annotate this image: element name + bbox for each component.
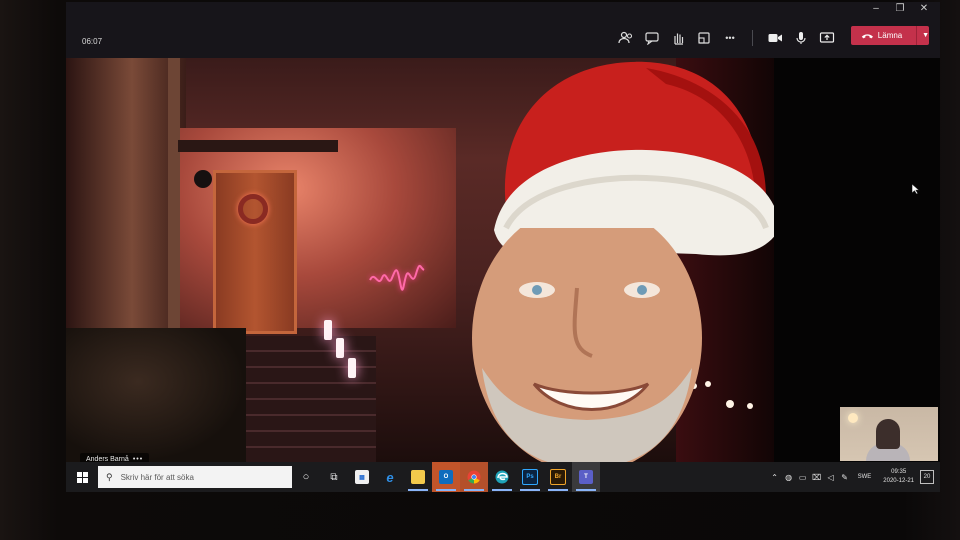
candle-light: [336, 338, 344, 358]
pen-icon[interactable]: ✎: [838, 473, 852, 482]
minimize-button[interactable]: –: [866, 2, 886, 16]
raise-hand-icon: [674, 33, 684, 45]
bridge-button[interactable]: Br: [544, 462, 572, 492]
candle-light: [324, 320, 332, 340]
chat-button[interactable]: [644, 31, 660, 45]
screen: – ❐ ✕ 06:07 ••• Lämna ▼ Anders Barnå •••…: [66, 2, 940, 492]
cortana-button[interactable]: ○: [292, 462, 320, 492]
wall-lamp: [194, 170, 212, 188]
more-actions-button[interactable]: •••: [722, 31, 738, 45]
raise-hand-button[interactable]: [670, 31, 686, 45]
task-view-icon: ⧉: [330, 471, 338, 483]
volume-icon[interactable]: ◁: [824, 473, 838, 482]
meeting-toolbar: – ❐ ✕ 06:07 ••• Lämna ▼: [66, 2, 940, 58]
window-controls: – ❐ ✕: [866, 2, 934, 18]
store-button[interactable]: ▦: [348, 462, 376, 492]
battery-icon[interactable]: ▭: [796, 473, 810, 482]
breakout-rooms-button[interactable]: [696, 31, 712, 45]
porch-pillar: [168, 58, 180, 368]
call-controls: •••: [618, 30, 835, 46]
teams-icon: T: [579, 470, 593, 484]
call-duration: 06:07: [82, 37, 103, 46]
breakout-rooms-icon: [698, 32, 710, 44]
participants-button[interactable]: [618, 31, 634, 45]
chevron-down-icon[interactable]: ▼: [922, 32, 929, 39]
chat-icon: [645, 32, 659, 45]
toolbar-divider: [752, 30, 753, 46]
restore-button[interactable]: ❐: [890, 2, 910, 16]
shrub: [66, 328, 246, 462]
outlook-button[interactable]: O: [432, 462, 460, 492]
taskbar-search-box[interactable]: ⚲ Skriv här för att söka: [98, 466, 292, 488]
edge-icon: [495, 470, 509, 484]
bridge-icon: Br: [550, 469, 566, 485]
edge-button[interactable]: [488, 462, 516, 492]
store-icon: ▦: [355, 470, 369, 484]
participants-icon: [618, 31, 633, 44]
notification-count: 20: [923, 474, 931, 480]
internet-explorer-button[interactable]: e: [376, 462, 404, 492]
self-person-head: [876, 419, 900, 449]
file-explorer-icon: [411, 470, 425, 484]
candle-light: [348, 358, 356, 378]
cortana-icon: ○: [302, 471, 310, 483]
video-stage: Anders Barnå •••: [66, 58, 940, 467]
clock-time: 09:35: [891, 469, 907, 475]
chrome-icon: [467, 470, 481, 484]
notifications-button[interactable]: 20: [920, 470, 934, 484]
hang-up-icon: [861, 33, 873, 38]
outlook-icon: O: [439, 470, 453, 484]
start-button[interactable]: [66, 462, 98, 492]
close-button[interactable]: ✕: [914, 2, 934, 16]
teams-button[interactable]: T: [572, 462, 600, 492]
camera-icon: [768, 34, 782, 42]
neon-sign: [369, 265, 425, 291]
internet-explorer-icon: e: [386, 469, 394, 485]
participant-face: [472, 228, 702, 462]
share-screen-button[interactable]: [819, 31, 835, 45]
more-actions-icon: •••: [725, 33, 735, 43]
microphone-icon: [796, 32, 806, 44]
christmas-wreath: [238, 194, 268, 224]
search-placeholder: Skriv här för att söka: [120, 472, 194, 482]
porch-canopy: [178, 140, 338, 152]
chrome-button[interactable]: [460, 462, 488, 492]
photoshop-icon: Ps: [522, 469, 538, 485]
monitor-bezel: – ❐ ✕ 06:07 ••• Lämna ▼ Anders Barnå •••…: [0, 0, 960, 540]
file-explorer-button[interactable]: [404, 462, 432, 492]
microphone-button[interactable]: [793, 31, 809, 45]
system-tray: ⌃ ◍ ▭ ⌧ ◁ ✎ SWE 09:35 2020-12-21 20: [768, 462, 940, 492]
self-view-video[interactable]: [840, 407, 938, 461]
mouse-cursor-icon: [912, 184, 920, 194]
windows-taskbar: ⚲ Skriv här för att söka ○ ⧉ ▦ e O Ps Br…: [66, 462, 940, 492]
windows-logo-icon: [76, 471, 88, 483]
task-view-button[interactable]: ⧉: [320, 462, 348, 492]
participant-video: [66, 58, 774, 462]
tray-overflow-icon[interactable]: ⌃: [768, 473, 782, 482]
taskbar-clock[interactable]: 09:35 2020-12-21: [883, 468, 914, 486]
leave-label: Lämna: [877, 31, 903, 40]
camera-button[interactable]: [767, 31, 783, 45]
search-icon: ⚲: [106, 471, 113, 482]
network-icon[interactable]: ⌧: [810, 473, 824, 482]
input-language[interactable]: SWE: [858, 474, 872, 480]
people-icon[interactable]: ◍: [782, 473, 796, 482]
photoshop-button[interactable]: Ps: [516, 462, 544, 492]
leave-divider: [916, 26, 918, 45]
room-lamp: [848, 413, 858, 423]
share-screen-icon: [819, 32, 835, 43]
leave-button[interactable]: Lämna ▼: [851, 26, 929, 45]
clock-date: 2020-12-21: [883, 478, 914, 484]
